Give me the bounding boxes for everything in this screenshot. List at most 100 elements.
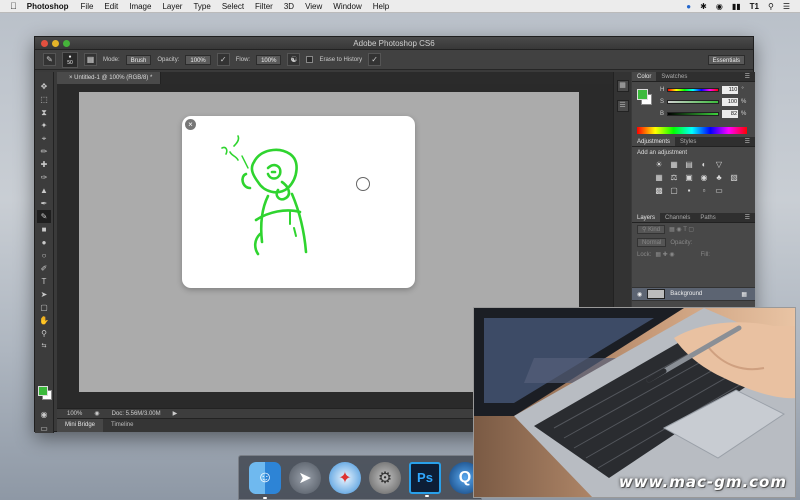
stamp-tool-icon[interactable]: ▲	[37, 184, 51, 197]
zoom-window-button[interactable]	[63, 40, 70, 47]
foreground-color-swatch[interactable]	[38, 386, 48, 396]
exposure-adj-icon[interactable]: ◐	[699, 160, 709, 169]
hue-value[interactable]: 110	[722, 86, 739, 94]
status-arrow-icon[interactable]: ▶	[173, 410, 178, 417]
color-balance-adj-icon[interactable]: ⚖	[669, 173, 679, 182]
tab-color[interactable]: Color	[632, 72, 657, 81]
close-window-button[interactable]	[41, 40, 48, 47]
shape-tool-icon[interactable]: ▢	[37, 301, 51, 314]
saturation-value[interactable]: 100	[722, 98, 739, 106]
menu-layer[interactable]: Layer	[162, 2, 182, 11]
brush-panel-icon[interactable]: ▦	[84, 53, 97, 66]
layer-background[interactable]: ◉ Background ▦	[632, 287, 755, 301]
photoshop-dock-icon[interactable]: Ps	[409, 461, 441, 497]
crop-tool-icon[interactable]: ⌖	[37, 132, 51, 145]
airbrush-icon[interactable]: ☯	[287, 53, 301, 66]
type-tool-icon[interactable]: T	[37, 275, 51, 288]
channel-mixer-adj-icon[interactable]: ♣	[714, 173, 724, 182]
tab-paths[interactable]: Paths	[695, 213, 720, 222]
vibrance-adj-icon[interactable]: ▽	[714, 160, 724, 169]
launchpad-icon[interactable]: ➤	[289, 461, 321, 494]
photo-filter-adj-icon[interactable]: ◉	[699, 173, 709, 182]
menu-window[interactable]: Window	[333, 2, 361, 11]
tab-channels[interactable]: Channels	[660, 213, 695, 222]
eraser-tool-icon[interactable]: ✎	[37, 210, 51, 223]
doc-info[interactable]: Doc: 5.56M/3.00M	[112, 411, 161, 417]
quick-select-tool-icon[interactable]: ✦	[37, 119, 51, 132]
eyedropper-tool-icon[interactable]: ✏	[37, 145, 51, 158]
drawing-preview-card[interactable]: ×	[182, 116, 415, 288]
document-tab[interactable]: × Untitled-1 @ 100% (RGB/8) *	[57, 72, 162, 84]
selective-color-adj-icon[interactable]: ▫	[699, 186, 709, 195]
invert-adj-icon[interactable]: ▩	[654, 186, 664, 195]
tab-mini-bridge[interactable]: Mini Bridge	[57, 419, 104, 432]
brightness-value[interactable]: 82	[722, 110, 739, 118]
tab-timeline[interactable]: Timeline	[103, 419, 141, 432]
user-label[interactable]: T1	[750, 2, 759, 11]
hue-slider-row[interactable]: H 110 °	[660, 86, 744, 94]
properties-panel-icon[interactable]: ☰	[616, 100, 629, 112]
tab-swatches[interactable]: Swatches	[656, 72, 692, 81]
zoom-tool-icon[interactable]: ⚲	[37, 327, 51, 340]
dodge-tool-icon[interactable]: ○	[37, 249, 51, 262]
window-titlebar[interactable]: Adobe Photoshop CS6	[35, 37, 753, 50]
hand-tool-icon[interactable]: ✋	[37, 314, 51, 327]
erase-history-checkbox[interactable]	[306, 56, 314, 63]
adjustments-menu-icon[interactable]: ☰	[740, 137, 755, 146]
curves-adj-icon[interactable]: ▤	[684, 160, 694, 169]
marquee-tool-icon[interactable]: ⬚	[37, 93, 51, 106]
pressure-size-icon[interactable]: ✓	[368, 53, 382, 66]
layers-menu-icon[interactable]: ☰	[740, 213, 755, 222]
panel-menu-icon[interactable]: ☰	[740, 72, 755, 81]
opacity-field[interactable]: 100%	[185, 54, 211, 65]
posterize-adj-icon[interactable]: ▢	[669, 186, 679, 195]
color-lookup-adj-icon[interactable]: ▧	[729, 173, 739, 182]
gradient-tool-icon[interactable]: ■	[37, 223, 51, 236]
blur-tool-icon[interactable]: ●	[37, 236, 51, 249]
safari-icon[interactable]: ✦	[329, 461, 361, 494]
menu-view[interactable]: View	[305, 2, 322, 11]
color-spectrum-bar[interactable]	[637, 127, 747, 134]
blend-mode-select[interactable]: Normal	[637, 238, 667, 247]
lasso-tool-icon[interactable]: ⧗	[37, 106, 51, 119]
path-select-tool-icon[interactable]: ➤	[37, 288, 51, 301]
menu-help[interactable]: Help	[373, 2, 389, 11]
brush-tool-icon[interactable]: ✑	[37, 171, 51, 184]
lock-icons[interactable]: ▦ ✚ ◉	[655, 251, 674, 258]
workspace-select[interactable]: Essentials	[707, 54, 745, 65]
pen-tool-icon[interactable]: ✐	[37, 262, 51, 275]
eye-icon[interactable]: ◉	[637, 291, 642, 298]
bw-adj-icon[interactable]: ▣	[684, 173, 694, 182]
history-brush-tool-icon[interactable]: ✒	[37, 197, 51, 210]
quick-mask-icon[interactable]: ◉	[37, 408, 51, 421]
menu-edit[interactable]: Edit	[104, 2, 118, 11]
gradient-map-adj-icon[interactable]: ▭	[714, 186, 724, 195]
healing-tool-icon[interactable]: ✚	[37, 158, 51, 171]
list-icon[interactable]: ☰	[783, 2, 790, 11]
hue-slider[interactable]	[667, 88, 720, 92]
brightness-slider-row[interactable]: B 82 %	[660, 110, 746, 118]
brightness-slider[interactable]	[667, 112, 720, 116]
search-icon[interactable]: ⚲	[768, 2, 774, 11]
mode-select[interactable]: Brush	[125, 54, 152, 65]
menu-select[interactable]: Select	[222, 2, 244, 11]
history-panel-icon[interactable]: ▦	[616, 80, 629, 92]
drop-icon[interactable]: ●	[686, 2, 691, 11]
threshold-adj-icon[interactable]: ▪	[684, 186, 694, 195]
menu-image[interactable]: Image	[129, 2, 151, 11]
minimize-window-button[interactable]	[52, 40, 59, 47]
menu-app-name[interactable]: Photoshop	[27, 2, 69, 11]
system-preferences-icon[interactable]: ⚙	[369, 461, 401, 494]
menu-file[interactable]: File	[81, 2, 94, 11]
menu-3d[interactable]: 3D	[284, 2, 294, 11]
brush-size-picker[interactable]: ● 50	[62, 51, 78, 68]
tab-layers[interactable]: Layers	[632, 213, 661, 222]
finder-icon[interactable]: ☺	[249, 461, 281, 499]
saturation-slider[interactable]	[667, 100, 720, 104]
zoom-level[interactable]: 100%	[67, 411, 82, 417]
apple-icon[interactable]: 	[10, 1, 17, 11]
eraser-tool-preset-icon[interactable]: ✎	[43, 53, 56, 66]
menu-filter[interactable]: Filter	[255, 2, 273, 11]
wifi-icon[interactable]: ◉	[716, 2, 723, 11]
screen-mode-icon[interactable]: ▭	[37, 422, 51, 435]
